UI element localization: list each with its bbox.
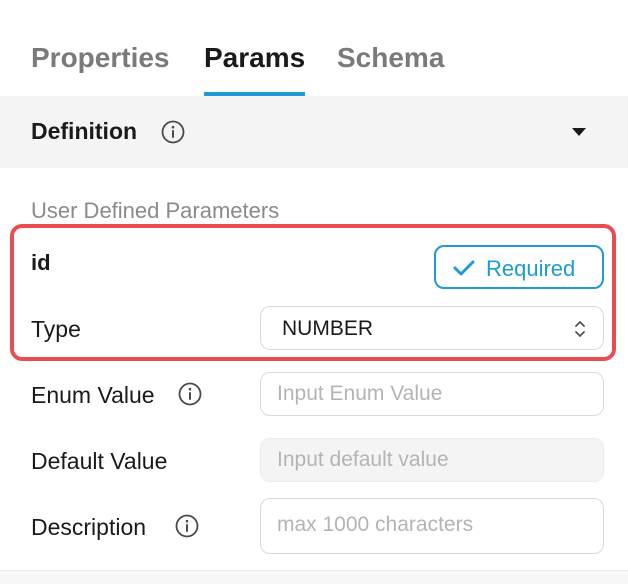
enum-value-label: Enum Value: [31, 382, 155, 408]
info-icon[interactable]: [175, 514, 199, 538]
required-toggle-button[interactable]: Required: [434, 245, 604, 289]
default-value-label: Default Value: [31, 448, 168, 474]
description-textarea[interactable]: [260, 498, 604, 554]
select-arrows-icon: [575, 321, 585, 337]
tab-schema[interactable]: Schema: [337, 40, 444, 76]
enum-value-input[interactable]: [260, 372, 604, 416]
default-value-input[interactable]: [260, 438, 604, 482]
type-select-value: NUMBER: [282, 317, 374, 340]
type-label: Type: [31, 316, 81, 342]
required-label: Required: [486, 256, 576, 281]
param-name: id: [31, 250, 51, 275]
collapse-caret-icon[interactable]: [572, 128, 586, 136]
check-icon: [453, 260, 475, 276]
section-label: User Defined Parameters: [31, 198, 280, 223]
tab-bar: Properties Params Schema: [0, 0, 628, 96]
info-icon[interactable]: [161, 120, 185, 144]
definition-header[interactable]: Definition: [0, 96, 628, 168]
bottom-divider: [0, 570, 628, 584]
type-select[interactable]: NUMBER: [260, 306, 604, 350]
definition-title: Definition: [31, 118, 138, 144]
tab-properties[interactable]: Properties: [31, 40, 170, 76]
tab-params[interactable]: Params: [204, 40, 305, 76]
description-label: Description: [31, 514, 147, 540]
info-icon[interactable]: [178, 382, 202, 406]
